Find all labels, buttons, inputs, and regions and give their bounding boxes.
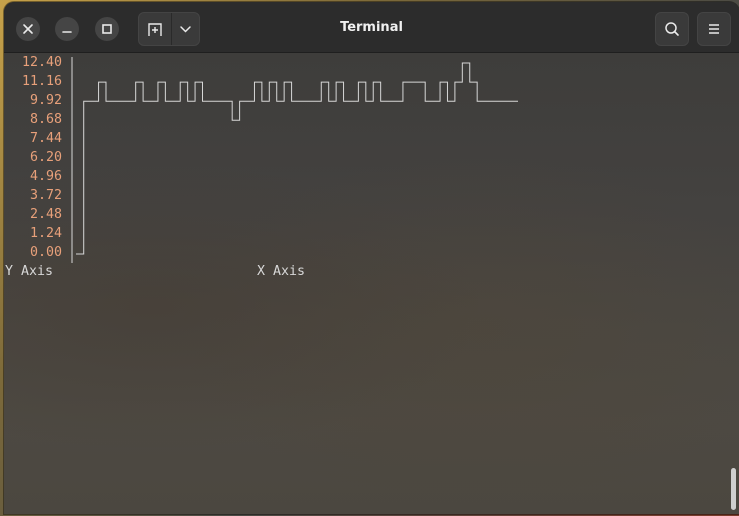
- minimize-button[interactable]: [55, 17, 79, 41]
- scrollbar[interactable]: [731, 468, 736, 510]
- new-tab-split-button: [138, 12, 200, 46]
- terminal-window: Terminal 12.40 11.16 9.92 8.68 7.44 6.20…: [4, 2, 739, 514]
- search-icon: [665, 22, 679, 36]
- close-button[interactable]: [16, 17, 40, 41]
- new-tab-button[interactable]: [139, 13, 172, 45]
- maximize-button[interactable]: [95, 17, 119, 41]
- new-tab-dropdown-button[interactable]: [172, 13, 199, 45]
- series-line: [76, 62, 518, 255]
- hamburger-menu-icon: [709, 24, 719, 34]
- minimize-icon: [62, 31, 72, 33]
- header-bar: Terminal: [4, 2, 739, 53]
- search-button[interactable]: [655, 12, 689, 46]
- terminal-line-chart: [71, 57, 518, 263]
- chevron-down-icon: [180, 26, 191, 33]
- menu-button[interactable]: [697, 12, 731, 46]
- close-icon: [23, 24, 33, 34]
- terminal-content[interactable]: 12.40 11.16 9.92 8.68 7.44 6.20 4.96 3.7…: [4, 53, 739, 514]
- new-tab-icon: [148, 23, 162, 36]
- maximize-icon: [102, 24, 112, 34]
